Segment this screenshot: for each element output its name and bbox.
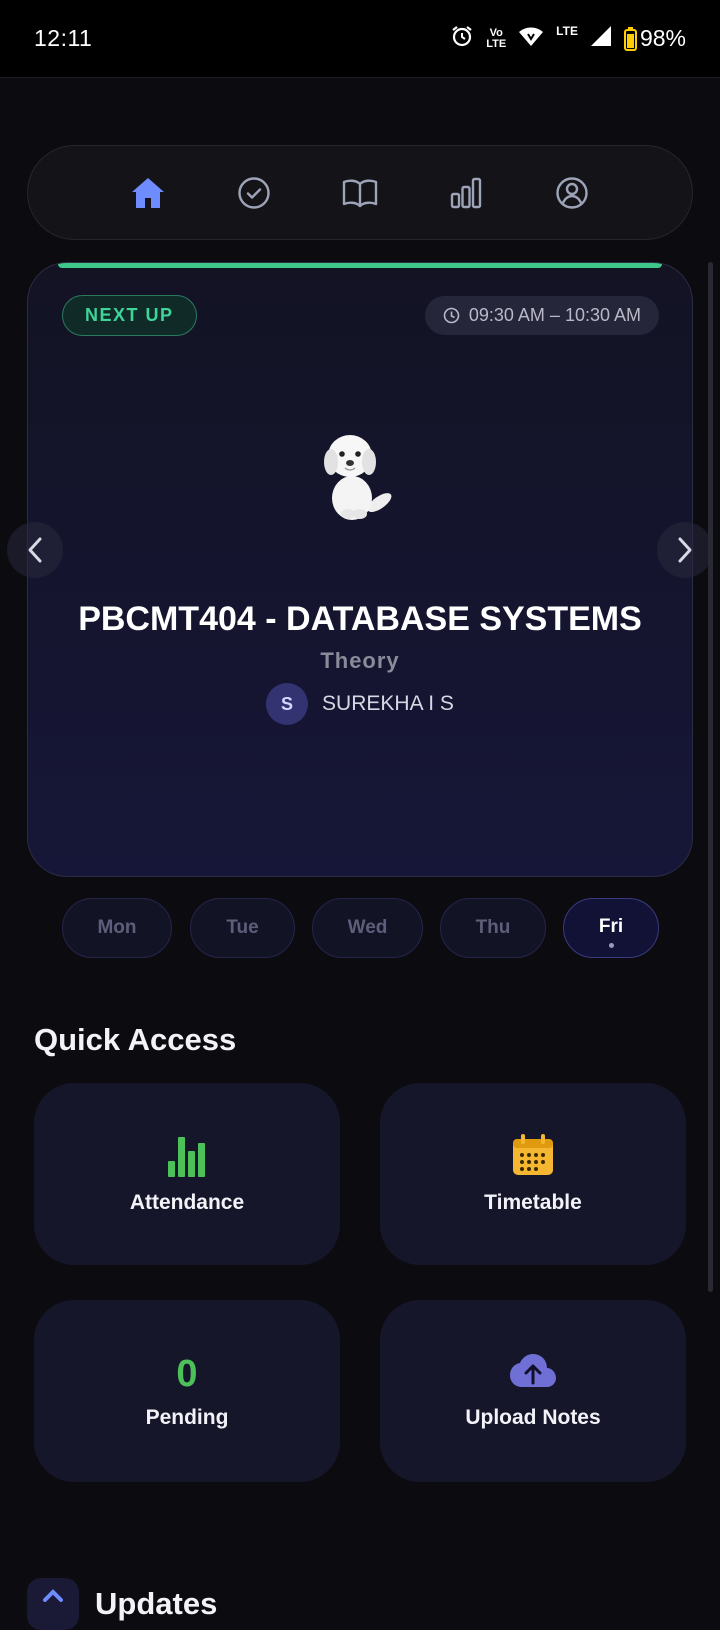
chevron-right-icon	[678, 537, 692, 563]
updates-icon-box	[27, 1578, 79, 1630]
pending-label: Pending	[145, 1405, 229, 1429]
battery-indicator: 98%	[623, 25, 686, 52]
volte-icon: Vo LTE	[486, 26, 507, 50]
dog-icon	[324, 435, 392, 520]
system-icons: Vo LTE LTE 98%	[450, 24, 686, 53]
class-time-pill: 09:30 AM – 10:30 AM	[424, 296, 659, 335]
course-type: Theory	[320, 648, 400, 673]
lte-indicator: LTE	[556, 24, 578, 38]
status-bar: 12:11 Vo LTE LTE 98%	[0, 0, 720, 78]
next-up-badge: NEXT UP	[62, 295, 197, 336]
nav-profile[interactable]	[544, 165, 600, 221]
day-fri[interactable]: Fri	[563, 898, 659, 958]
updates-header: Updates	[27, 1578, 217, 1630]
scrollbar[interactable]	[708, 262, 713, 1292]
pending-tile[interactable]: 0 Pending	[34, 1300, 340, 1482]
chevron-left-icon	[28, 537, 42, 563]
pending-count: 0	[176, 1352, 198, 1395]
attendance-tile[interactable]: Attendance	[34, 1083, 340, 1265]
home-icon	[132, 177, 164, 208]
next-class-button[interactable]	[657, 522, 713, 578]
day-tue[interactable]: Tue	[190, 898, 295, 958]
alarm-icon	[450, 24, 474, 53]
book-icon	[342, 178, 378, 207]
day-mon[interactable]: Mon	[62, 898, 172, 958]
signal-icon	[590, 25, 612, 52]
upload-notes-tile[interactable]: Upload Notes	[380, 1300, 686, 1482]
next-class-card[interactable]: NEXT UP 09:30 AM – 10:30 AM PBCMT404 - D…	[27, 262, 693, 877]
course-title: PBCMT404 - DATABASE SYSTEMS	[78, 600, 642, 638]
day-selector: Mon Tue Wed Thu Fri	[0, 898, 720, 958]
battery-percent: 98%	[639, 25, 686, 51]
day-thu[interactable]: Thu	[440, 898, 546, 958]
class-time-range: 09:30 AM – 10:30 AM	[468, 305, 641, 325]
cloud-upload-icon	[510, 1354, 556, 1387]
bar-chart-icon	[450, 177, 482, 208]
nav-home[interactable]	[120, 165, 176, 221]
teacher-avatar: S	[266, 683, 309, 725]
day-wed[interactable]: Wed	[312, 898, 423, 958]
quick-access-title: Quick Access	[34, 1022, 237, 1057]
nav-courses[interactable]	[332, 165, 388, 221]
teacher-name: SUREKHA I S	[322, 692, 454, 715]
attendance-label: Attendance	[129, 1191, 245, 1214]
timetable-tile[interactable]: Timetable	[380, 1083, 686, 1265]
nav-stats[interactable]	[438, 165, 494, 221]
wifi-icon	[518, 25, 544, 52]
battery-icon	[623, 26, 637, 51]
prev-class-button[interactable]	[7, 522, 63, 578]
selected-day-dot	[608, 943, 614, 948]
clock: 12:11	[34, 25, 93, 51]
dog-mascot	[318, 426, 408, 531]
card-accent-bar	[58, 263, 662, 268]
upload-notes-label: Upload Notes	[465, 1406, 601, 1429]
profile-icon	[556, 176, 588, 209]
updates-title: Updates	[95, 1586, 218, 1621]
nav-tasks[interactable]	[226, 165, 282, 221]
top-nav	[27, 145, 693, 240]
clock-icon	[443, 307, 460, 324]
timetable-label: Timetable	[484, 1191, 582, 1214]
attendance-chart-icon	[168, 1137, 205, 1177]
check-circle-icon	[238, 176, 270, 209]
teacher-info: S SUREKHA I S	[28, 683, 692, 725]
calendar-icon	[513, 1134, 553, 1175]
